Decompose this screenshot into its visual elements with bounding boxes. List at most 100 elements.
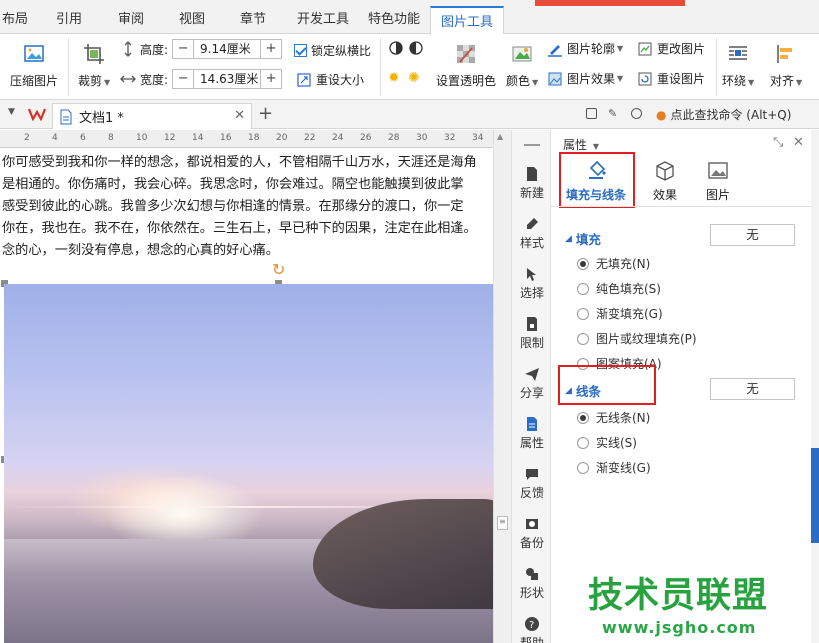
color-button[interactable]: 颜色 ▼ (506, 42, 538, 89)
height-increase-button[interactable]: + (261, 40, 281, 58)
fill-option[interactable]: 图片或纹理填充(P) (577, 330, 697, 347)
panel-scrollbar[interactable] (811, 130, 819, 643)
close-icon[interactable]: ✕ (793, 135, 804, 150)
radio-icon[interactable] (577, 461, 589, 474)
checkbox-checked-icon[interactable] (294, 44, 307, 57)
fill-option[interactable]: 纯色填充(S) (577, 280, 661, 297)
reset-picture-button[interactable]: 重设图片 (637, 70, 705, 87)
change-picture-button[interactable]: 更改图片 (637, 40, 705, 57)
sidebar-item-backup[interactable]: 备份 (512, 516, 552, 551)
document-scrollbar[interactable]: ▲ ≡ (493, 130, 511, 643)
history-icon[interactable] (631, 108, 642, 119)
sidebar-item-shapes[interactable]: 形状 (512, 566, 552, 601)
divider (716, 38, 717, 96)
align-button[interactable]: 对齐 ▼ (770, 42, 802, 89)
ribbon-toolbar: 压缩图片 裁剪 ▼ 高度: − 9.14厘米 + 宽度: − 14.63厘米 + … (0, 34, 819, 100)
crop-button[interactable]: 裁剪 ▼ (78, 42, 110, 89)
fill-color-button[interactable]: 无 (710, 224, 795, 246)
panel-title-dropdown[interactable]: 属性 ▼ (563, 136, 599, 153)
radio-icon[interactable] (577, 257, 589, 270)
document-paragraph[interactable]: 你可感受到我和你一样的想念，都说相爱的人，不管相隔千山万水，天涯还是海角 是相通… (2, 152, 493, 262)
tab-effects[interactable]: 效果 (653, 160, 677, 203)
tab-picture-tools[interactable]: 图片工具 (430, 6, 505, 35)
brightness-decrease-icon[interactable]: ✺ (408, 70, 424, 86)
reset-size-button[interactable]: 重设大小 (296, 71, 364, 88)
tab-special[interactable]: 特色功能 (368, 8, 420, 27)
watermark-url: www.jsgho.com (602, 618, 757, 637)
collapse-triangle-icon: ◢ (565, 233, 572, 244)
lock-ratio-checkbox[interactable]: 锁定纵横比 (294, 42, 371, 59)
sidebar-item-properties[interactable]: 属性 (512, 416, 552, 451)
width-input[interactable]: 14.63厘米 (193, 70, 262, 88)
brightness-buttons[interactable]: ✹ ✺ (388, 70, 428, 86)
tab-fill-and-line[interactable]: 填充与线条 (566, 160, 626, 203)
command-search[interactable]: ● 点此查找命令 (Alt+Q) (656, 106, 791, 123)
compress-picture-button[interactable]: 压缩图片 (10, 42, 58, 89)
sidebar-item-help[interactable]: ? 帮助 (512, 616, 552, 643)
chevron-down-icon: ▼ (617, 44, 624, 53)
line-color-button[interactable]: 无 (710, 378, 795, 400)
tab-references[interactable]: 引用 (56, 8, 82, 27)
menu-arrow-icon[interactable]: ▼ (8, 107, 15, 117)
panel-collapse-tab[interactable] (811, 448, 819, 543)
collapse-bar[interactable] (524, 144, 540, 146)
sidebar-item-style[interactable]: 样式 (512, 216, 552, 251)
line-option[interactable]: 无线条(N) (577, 409, 650, 426)
wrap-text-label: 环绕 (722, 74, 747, 88)
lock-ratio-label: 锁定纵横比 (311, 44, 372, 58)
sidebar-item-restrict[interactable]: 限制 (512, 316, 552, 351)
tab-view[interactable]: 视图 (179, 8, 205, 27)
contrast-buttons[interactable] (388, 40, 428, 56)
tab-chapter[interactable]: 章节 (240, 8, 266, 27)
rotate-handle-icon[interactable]: ↻ (272, 260, 285, 279)
chevron-down-icon: ▼ (592, 142, 599, 151)
width-decrease-button[interactable]: − (173, 70, 193, 88)
horizontal-ruler[interactable]: 2 4 6 8 10 12 14 16 18 20 22 24 26 28 30 32 34 (0, 130, 493, 148)
close-icon[interactable]: ✕ (234, 108, 245, 123)
edit-icon[interactable]: ✎ (608, 107, 617, 120)
selected-landscape-image[interactable] (4, 284, 493, 643)
tab-review[interactable]: 审阅 (118, 8, 144, 27)
document-page[interactable]: 你可感受到我和你一样的想念，都说相爱的人，不管相隔千山万水，天涯还是海角 是相通… (0, 148, 493, 643)
sidebar-item-select[interactable]: 选择 (512, 266, 552, 301)
scrollbar-thumb[interactable]: ≡ (497, 516, 508, 530)
radio-icon[interactable] (577, 282, 589, 295)
line-option[interactable]: 实线(S) (577, 434, 637, 451)
set-transparent-button[interactable]: 设置透明色 (436, 42, 496, 89)
fill-option[interactable]: 无填充(N) (577, 255, 650, 272)
radio-icon[interactable] (577, 307, 589, 320)
width-stepper[interactable]: − 14.63厘米 + (172, 69, 283, 89)
line-section-header[interactable]: ◢ 线条 (565, 381, 601, 400)
sidebar-item-feedback[interactable]: 反馈 (512, 466, 552, 501)
new-tab-plus-icon[interactable]: + (258, 103, 273, 124)
picture-outline-button[interactable]: 图片轮廓 ▼ (547, 40, 623, 57)
picture-effect-button[interactable]: 图片效果 ▼ (547, 70, 623, 87)
sidebar-item-new[interactable]: 新建 (512, 166, 552, 201)
height-input[interactable]: 9.14厘米 (193, 40, 262, 58)
save-cloud-icon[interactable] (586, 108, 597, 119)
tab-layout[interactable]: 布局 (2, 8, 28, 27)
sidebar-item-share[interactable]: 分享 (512, 366, 552, 401)
document-tab[interactable]: 文档1 * ✕ (52, 103, 252, 129)
fill-section-header[interactable]: ◢ 填充 (565, 229, 601, 248)
color-icon (512, 46, 532, 62)
scroll-up-icon[interactable]: ▲ (497, 132, 503, 141)
height-stepper[interactable]: − 9.14厘米 + (172, 39, 283, 59)
brightness-increase-icon[interactable]: ✹ (388, 70, 404, 86)
tab-developer[interactable]: 开发工具 (297, 8, 349, 27)
select-cursor-icon (527, 268, 536, 281)
tab-picture[interactable]: 图片 (706, 160, 730, 203)
ruler-tick: 8 (108, 133, 114, 143)
radio-icon[interactable] (577, 332, 589, 345)
width-increase-button[interactable]: + (261, 70, 281, 88)
wrap-text-button[interactable]: 环绕 ▼ (722, 42, 754, 89)
fill-option[interactable]: 渐变填充(G) (577, 305, 663, 322)
contrast-icon[interactable] (388, 40, 404, 56)
wps-logo-icon[interactable] (28, 107, 46, 121)
height-decrease-button[interactable]: − (173, 40, 193, 58)
contrast-decrease-icon[interactable] (408, 40, 424, 56)
pin-panel-icon[interactable]: ⤡ (773, 135, 783, 150)
radio-icon[interactable] (577, 411, 589, 424)
line-option[interactable]: 渐变线(G) (577, 459, 651, 476)
radio-icon[interactable] (577, 436, 589, 449)
